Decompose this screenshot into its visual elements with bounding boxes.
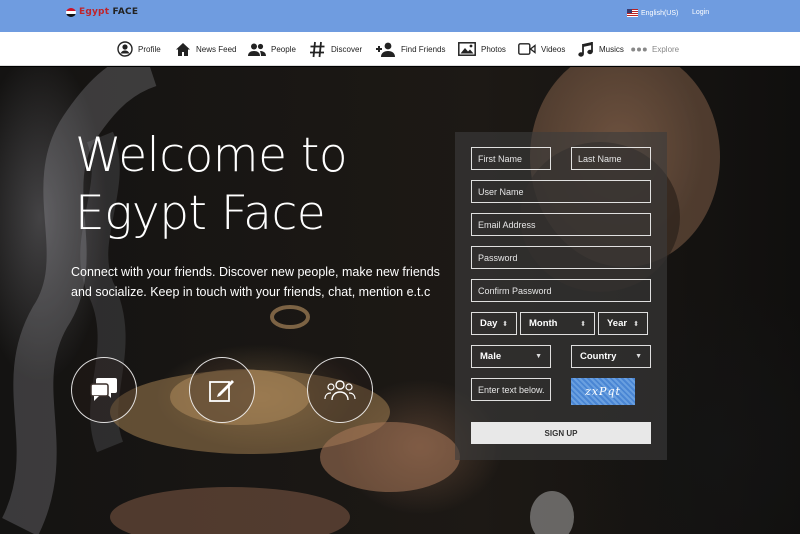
user-circle-icon bbox=[117, 41, 133, 57]
email-field[interactable] bbox=[471, 213, 651, 236]
feature-group bbox=[307, 357, 373, 423]
country-select-value: Country bbox=[580, 351, 617, 362]
gender-select-value: Male bbox=[480, 351, 502, 362]
year-select[interactable]: Year ⬍ bbox=[598, 312, 648, 335]
brand-name: Egypt FACE bbox=[79, 7, 139, 17]
nav-label: Videos bbox=[541, 44, 566, 54]
day-select-value: Day bbox=[480, 318, 498, 329]
nav-label: News Feed bbox=[196, 44, 237, 54]
nav-profile[interactable]: Profile bbox=[117, 32, 161, 66]
nav-videos[interactable]: Videos bbox=[518, 32, 565, 66]
main-nav: Profile News Feed People Discover Find F… bbox=[0, 32, 800, 66]
gender-select[interactable]: Male ▼ bbox=[471, 345, 551, 368]
nav-photos[interactable]: Photos bbox=[458, 32, 506, 66]
updown-arrow-icon: ⬍ bbox=[633, 320, 639, 328]
us-flag-icon bbox=[627, 9, 638, 17]
captcha-input[interactable] bbox=[471, 378, 551, 401]
logo[interactable]: Egypt FACE bbox=[66, 7, 138, 17]
nav-label: Photos bbox=[481, 44, 506, 54]
headline-line-2: Egypt Face bbox=[75, 186, 326, 241]
nav-label: People bbox=[271, 44, 296, 54]
updown-arrow-icon: ⬍ bbox=[502, 320, 508, 328]
nav-find-friends[interactable]: Find Friends bbox=[376, 32, 445, 66]
nav-label: Profile bbox=[138, 44, 161, 54]
photos-icon bbox=[458, 42, 476, 56]
video-icon bbox=[518, 43, 536, 55]
confirm-password-field[interactable] bbox=[471, 279, 651, 302]
updown-arrow-icon: ⬍ bbox=[580, 320, 586, 328]
nav-explore[interactable]: Explore bbox=[631, 32, 679, 66]
feature-chat bbox=[71, 357, 137, 423]
more-dots-icon bbox=[631, 47, 647, 51]
dropdown-arrow-icon: ▼ bbox=[535, 353, 542, 360]
month-select-value: Month bbox=[529, 318, 558, 329]
nav-label: Find Friends bbox=[401, 44, 446, 54]
edit-icon bbox=[209, 380, 234, 402]
country-select[interactable]: Country ▼ bbox=[571, 345, 651, 368]
nav-label: Discover bbox=[331, 44, 363, 54]
chat-icon bbox=[90, 378, 117, 401]
login-link[interactable]: Login bbox=[692, 9, 709, 16]
hero-headline: Welcome to Egypt Face bbox=[75, 127, 455, 243]
hero-section: Welcome to Egypt Face Connect with your … bbox=[0, 67, 800, 534]
language-label: English(US) bbox=[641, 9, 679, 17]
captcha-text: zxPqt bbox=[585, 385, 621, 398]
day-select[interactable]: Day ⬍ bbox=[471, 312, 517, 335]
people-icon bbox=[248, 43, 266, 56]
password-field[interactable] bbox=[471, 246, 651, 269]
month-select[interactable]: Month ⬍ bbox=[520, 312, 595, 335]
last-name-field[interactable] bbox=[571, 147, 651, 170]
egypt-flag-icon bbox=[66, 7, 76, 17]
signup-panel: Day ⬍ Month ⬍ Year ⬍ Male ▼ Country ▼ zxPqt S… bbox=[455, 132, 667, 460]
feature-edit bbox=[189, 357, 255, 423]
captcha-image: zxPqt bbox=[571, 378, 635, 405]
top-bar: Egypt FACE English(US) Login bbox=[0, 0, 800, 32]
nav-people[interactable]: People bbox=[248, 32, 296, 66]
hero-tagline: Connect with your friends. Discover new … bbox=[71, 265, 440, 299]
language-selector[interactable]: English(US) bbox=[627, 9, 678, 17]
signup-button[interactable]: SIGN UP bbox=[471, 422, 651, 444]
nav-musics[interactable]: Musics bbox=[578, 32, 624, 66]
group-icon bbox=[324, 380, 356, 401]
year-select-value: Year bbox=[607, 318, 628, 329]
hashtag-icon bbox=[310, 41, 325, 57]
add-user-icon bbox=[376, 42, 395, 57]
headline-line-1: Welcome to bbox=[75, 128, 348, 183]
music-icon bbox=[578, 41, 593, 57]
dropdown-arrow-icon: ▼ bbox=[635, 353, 642, 360]
nav-label: Musics bbox=[599, 44, 624, 54]
nav-news-feed[interactable]: News Feed bbox=[175, 32, 236, 66]
nav-label: Explore bbox=[652, 44, 680, 54]
username-field[interactable] bbox=[471, 180, 651, 203]
first-name-field[interactable] bbox=[471, 147, 551, 170]
nav-discover[interactable]: Discover bbox=[309, 32, 362, 66]
home-icon bbox=[176, 42, 190, 56]
